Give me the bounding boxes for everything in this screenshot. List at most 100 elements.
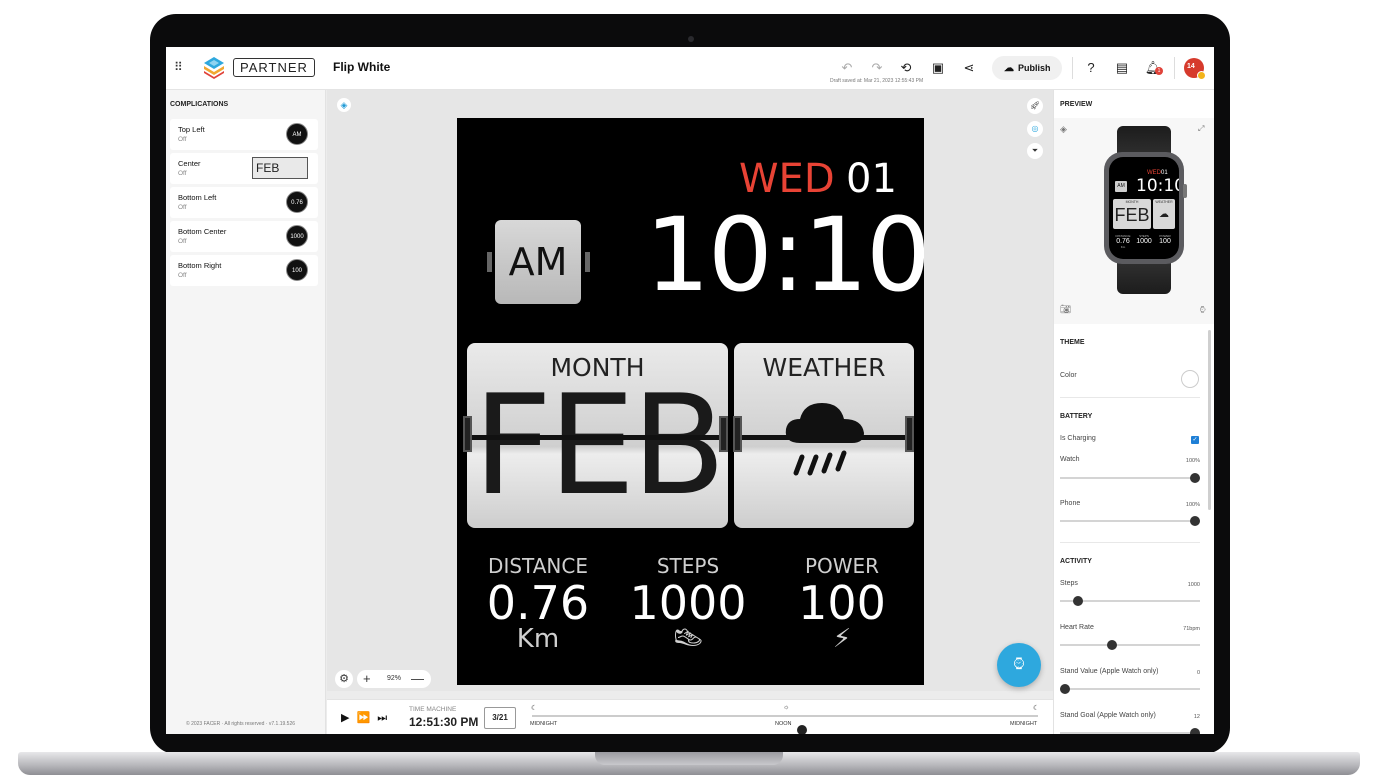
steps-slider[interactable] [1060, 596, 1200, 606]
playback-controls[interactable]: ▶ ⏩ ⏭ [341, 711, 389, 725]
watch-battery-slider[interactable] [1060, 473, 1200, 483]
camera-icon[interactable]: 📷︎ [1060, 304, 1071, 315]
mini-stat-value: 1000 [1136, 238, 1152, 245]
slider-handle[interactable] [1073, 596, 1083, 606]
heart-rate-label: Heart Rate [1060, 624, 1094, 631]
complication-name: Center [178, 159, 201, 168]
complication-bottom-right[interactable]: Bottom Right Off 100 [170, 255, 318, 286]
hinge-clip [905, 416, 914, 452]
theme-color-label: Color [1060, 372, 1077, 379]
mini-ampm: AM [1115, 181, 1127, 192]
complication-thumbnail: 100 [286, 259, 308, 281]
zoom-out-button[interactable]: — [411, 670, 424, 688]
gear-icon[interactable]: ⚙ [335, 670, 353, 688]
time-machine-bar: ▶ ⏩ ⏭ TIME MACHINE 12:51:30 PM 3/21 ☾ ☼ … [327, 699, 1053, 734]
complication-thumbnail: FEB [252, 157, 308, 179]
zoom-in-button[interactable]: + [363, 670, 371, 688]
heart-rate-slider[interactable] [1060, 640, 1200, 650]
theme-color-swatch[interactable] [1181, 370, 1199, 388]
sun-icon: ☼ [783, 704, 790, 711]
stat-label: STEPS [656, 554, 720, 578]
complication-name: Top Left [178, 125, 205, 134]
stand-goal-value: 12 [1193, 714, 1200, 720]
lightning-icon: ⚡︎ [832, 624, 852, 654]
time-text: 10:10 [645, 196, 924, 315]
mini-cloud-icon: ☁ [1159, 209, 1169, 220]
watch-preview-fab[interactable]: ⌚︎ [997, 643, 1041, 687]
design-canvas: ◈ 🚀︎ ◎ ⏷ WED 01 AM 10:10 MONTH FEB WEATH… [327, 90, 1053, 691]
watch-face[interactable]: WED 01 AM 10:10 MONTH FEB WEATHER DISTAN… [457, 118, 924, 685]
stat-value: 0.76 [486, 576, 590, 630]
slider-handle[interactable] [1190, 473, 1200, 483]
stand-value-slider[interactable] [1060, 684, 1200, 694]
complication-name: Bottom Left [178, 193, 217, 202]
weather-label: WEATHER [762, 353, 886, 382]
complication-bottom-left[interactable]: Bottom Left Off 0.76 [170, 187, 318, 218]
zoom-level: 92% [387, 675, 402, 682]
publish-button[interactable]: ☁ Publish [992, 56, 1062, 80]
watch-battery-label: Watch [1060, 456, 1080, 463]
time-machine-label: TIME MACHINE [409, 706, 457, 713]
complication-center[interactable]: Center Off FEB [170, 153, 318, 184]
share-icon[interactable]: ⋖ [960, 59, 978, 77]
stat-steps: STEPS 1000 👟︎ [618, 554, 758, 654]
month-flip-card: MONTH FEB [467, 343, 728, 528]
time-machine-date[interactable]: 3/21 [484, 707, 516, 729]
time-slider-handle[interactable] [797, 725, 808, 734]
layers-icon[interactable]: ◈ [1060, 124, 1067, 135]
help-icon[interactable]: ? [1082, 59, 1100, 77]
expand-icon[interactable]: ⤢ [1198, 124, 1204, 134]
is-charging-label: Is Charging [1060, 435, 1096, 442]
complication-name: Bottom Right [178, 261, 222, 270]
apps-grid-icon[interactable]: ⠿ [174, 60, 188, 74]
ampm-tab-left [487, 252, 492, 272]
save-icon[interactable]: ▣ [929, 59, 947, 77]
stat-power: POWER 100 ⚡︎ [772, 554, 912, 654]
mini-stat-distance: DISTANCE 0.76 Km [1114, 234, 1132, 249]
mini-month-value: FEB [1114, 205, 1150, 225]
slider-handle[interactable] [1190, 728, 1200, 734]
stat-value: 1000 [629, 576, 747, 630]
mini-stat-unit: Km [1120, 245, 1126, 249]
camera-dot [688, 36, 694, 42]
panel-scrollbar[interactable] [1208, 330, 1211, 510]
toolbar-divider [1174, 57, 1175, 79]
mini-weather-card: WEATHER ☁ [1153, 199, 1175, 229]
undo-icon[interactable]: ↶ [838, 59, 856, 77]
chat-icon[interactable]: ▤ [1113, 59, 1131, 77]
complication-bottom-center[interactable]: Bottom Center Off 1000 [170, 221, 318, 252]
time-slider[interactable] [532, 715, 1038, 734]
weather-flip-card: WEATHER [734, 343, 914, 528]
is-charging-checkbox[interactable]: ✓ [1191, 436, 1199, 444]
watch-crown [1183, 184, 1187, 198]
phone-battery-value: 100% [1185, 502, 1200, 508]
stand-goal-label: Stand Goal (Apple Watch only) [1060, 712, 1156, 719]
rocket-icon[interactable]: 🚀︎ [1027, 98, 1043, 114]
complications-panel: COMPLICATIONS Top Left Off AM Center Off… [166, 90, 326, 734]
layers-icon[interactable]: ◈ [337, 98, 351, 112]
facer-logo-icon[interactable] [202, 55, 226, 79]
complication-top-left[interactable]: Top Left Off AM [170, 119, 318, 150]
complication-name: Bottom Center [178, 227, 227, 236]
top-bar: ⠿ PARTNER Flip White ↶ ↷ ⟲ ▣ ⋖ Draft sav… [166, 47, 1214, 90]
complication-status: Off [178, 170, 187, 177]
slider-handle[interactable] [1106, 640, 1117, 650]
moon-icon: ☾ [531, 705, 538, 712]
preview-area: ◈ ⤢ WED 01 AM 10:10 MONTH FEB WEA [1054, 118, 1214, 324]
watch-icon[interactable]: ⌚︎ [1198, 304, 1207, 317]
properties-panel: PREVIEW ◈ ⤢ WED 01 AM 10:10 MONTH FEB [1053, 90, 1214, 734]
time-machine-clock: 12:51:30 PM [409, 715, 479, 729]
project-title[interactable]: Flip White [333, 60, 390, 74]
stand-goal-slider[interactable] [1060, 728, 1200, 734]
redo-icon[interactable]: ↷ [868, 59, 886, 77]
filter-icon[interactable]: ⏷ [1027, 143, 1043, 159]
user-avatar[interactable]: 14 [1184, 58, 1206, 80]
partner-badge: PARTNER [233, 58, 315, 77]
watch-preview: WED 01 AM 10:10 MONTH FEB WEATHER ☁ DIST… [1104, 126, 1187, 294]
app-screen: ⠿ PARTNER Flip White ↶ ↷ ⟲ ▣ ⋖ Draft sav… [166, 47, 1214, 734]
history-icon[interactable]: ⟲ [897, 59, 915, 77]
slider-handle[interactable] [1190, 516, 1200, 526]
phone-battery-slider[interactable] [1060, 516, 1200, 526]
slider-handle[interactable] [1060, 684, 1070, 694]
watch-icon[interactable]: ◎ [1027, 121, 1043, 137]
